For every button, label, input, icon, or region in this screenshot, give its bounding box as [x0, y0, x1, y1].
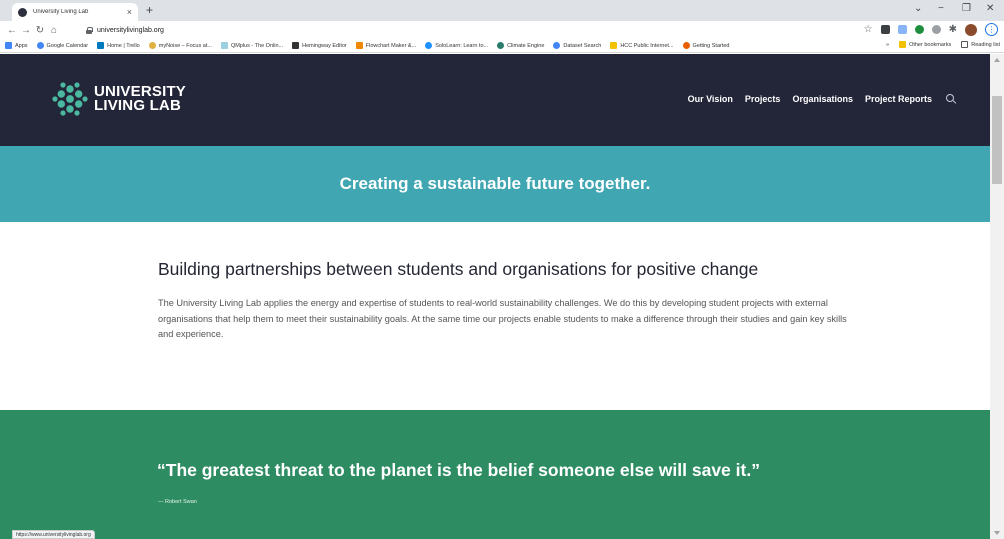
bookmark-label: Flowchart Maker &...	[365, 42, 417, 49]
quote-banner: “The greatest threat to the planet is th…	[0, 410, 990, 539]
bookmark-item[interactable]: HCC Public Internet...	[610, 42, 674, 49]
reading-list-icon	[961, 41, 969, 48]
tab-search-chevron-icon[interactable]: ⌄	[914, 3, 922, 15]
bookmark-item[interactable]: Climate Engine	[497, 42, 544, 49]
browser-tabstrip: University Living Lab × + ⌄ − ❐ ✕	[0, 0, 1004, 21]
back-icon[interactable]: ←	[6, 25, 18, 36]
folder-icon	[899, 41, 907, 48]
bookmark-item[interactable]: QMplus - The Onlin...	[220, 42, 284, 49]
bookmarks-overflow-icon[interactable]: »	[886, 42, 889, 48]
bookmark-label: Google Calendar	[46, 42, 89, 49]
site-logo[interactable]: UNIVERSITY LIVING LAB	[52, 81, 186, 117]
bookmark-item[interactable]: myNoise – Focus at...	[148, 42, 212, 49]
bookmark-item[interactable]: Dataset Search	[553, 42, 601, 49]
profile-avatar[interactable]	[965, 23, 977, 36]
scroll-up-arrow-icon[interactable]	[994, 58, 1000, 62]
url-text[interactable]: universitylivinglab.org	[97, 27, 164, 34]
bookmark-item[interactable]: Apps	[5, 42, 28, 49]
address-bar[interactable]: universitylivinglab.org	[86, 23, 164, 37]
tab-close-icon[interactable]: ×	[127, 7, 132, 17]
bookmark-label: Climate Engine	[507, 42, 545, 49]
climate-engine-icon	[497, 42, 505, 49]
main-nav: Our Vision Projects Organisations Projec…	[688, 94, 956, 104]
bookmark-item[interactable]: Home | Trello	[97, 42, 140, 49]
bookmark-item[interactable]: Flowchart Maker &...	[355, 42, 417, 49]
bookmark-label: QMplus - The Onlin...	[230, 42, 284, 49]
forward-icon[interactable]: →	[20, 25, 32, 36]
bookmarks-bar: Apps Google Calendar Home | Trello myNoi…	[0, 39, 1004, 53]
extension-green-icon[interactable]	[914, 25, 924, 34]
living-lab-logo-icon	[52, 82, 88, 116]
firefox-icon	[682, 42, 690, 49]
bookmark-label: Getting Started	[692, 42, 730, 49]
new-tab-button[interactable]: +	[146, 3, 153, 17]
quote-text: “The greatest threat to the planet is th…	[157, 460, 760, 480]
sololearn-icon	[425, 42, 433, 49]
nav-projects[interactable]: Projects	[745, 94, 781, 104]
bookmarks-right: » Other bookmarks Reading list	[880, 41, 1000, 48]
quote-author: — Robert Swan	[158, 499, 197, 505]
other-bookmarks-label: Other bookmarks	[909, 41, 952, 48]
browser-menu-icon[interactable]: ⋮	[985, 23, 998, 36]
reading-list-label: Reading list	[971, 41, 1000, 48]
google-icon	[553, 42, 561, 49]
bookmark-item[interactable]: Google Calendar	[36, 42, 89, 49]
bookmark-star-icon[interactable]: ☆	[864, 24, 873, 35]
extension-gray-icon[interactable]	[931, 25, 941, 34]
extension-docs-icon[interactable]	[897, 25, 907, 34]
bookmark-label: HCC Public Internet...	[620, 42, 674, 49]
scrollbar-thumb[interactable]	[992, 96, 1002, 184]
browser-toolbar: ← → ↻ ⌂ universitylivinglab.org ☆ ✱ ⋮	[0, 21, 1004, 39]
hemingway-icon	[292, 42, 300, 49]
bookmark-label: Hemingway Editor	[302, 42, 347, 49]
intro-section: Building partnerships between students a…	[158, 257, 848, 343]
extension-icon[interactable]	[880, 25, 890, 34]
home-icon[interactable]: ⌂	[48, 25, 60, 36]
nav-organisations[interactable]: Organisations	[792, 94, 853, 104]
mynoise-icon	[148, 42, 156, 49]
reload-icon[interactable]: ↻	[34, 25, 46, 36]
bookmark-label: SoloLearn: Learn to...	[435, 42, 489, 49]
trello-icon	[97, 42, 105, 49]
maximize-button[interactable]: ❐	[962, 3, 971, 15]
extensions-puzzle-icon[interactable]: ✱	[949, 24, 957, 35]
bookmark-item[interactable]: Hemingway Editor	[292, 42, 347, 49]
reading-list[interactable]: Reading list	[961, 41, 1000, 48]
drawio-icon	[355, 42, 363, 49]
bookmark-label: Dataset Search	[563, 42, 602, 49]
nav-project-reports[interactable]: Project Reports	[865, 94, 932, 104]
tagline-banner: Creating a sustainable future together.	[0, 146, 990, 222]
scroll-down-arrow-icon[interactable]	[994, 531, 1000, 535]
bookmark-item[interactable]: SoloLearn: Learn to...	[425, 42, 488, 49]
bookmark-label: myNoise – Focus at...	[158, 42, 212, 49]
nav-our-vision[interactable]: Our Vision	[688, 94, 733, 104]
intro-heading: Building partnerships between students a…	[158, 259, 759, 279]
bookmark-item[interactable]: Getting Started	[682, 42, 730, 49]
tagline-text: Creating a sustainable future together.	[339, 174, 651, 193]
browser-tab[interactable]: University Living Lab ×	[12, 3, 138, 21]
status-url-bubble: https://www.universitylivinglab.org	[12, 530, 95, 539]
site-favicon-icon	[18, 7, 27, 17]
page-scrollbar[interactable]	[990, 54, 1004, 539]
bookmark-label: Home | Trello	[107, 42, 140, 49]
bookmark-label: Apps	[15, 42, 28, 49]
other-bookmarks[interactable]: Other bookmarks	[899, 41, 951, 48]
close-window-button[interactable]: ✕	[986, 3, 994, 15]
intro-body: The University Living Lab applies the en…	[158, 298, 847, 339]
lock-icon[interactable]	[86, 26, 93, 34]
hcc-icon	[610, 42, 618, 49]
logo-line-2: LIVING LAB	[94, 97, 181, 114]
toolbar-actions: ☆ ✱ ⋮	[864, 23, 998, 36]
logo-wordmark: UNIVERSITY LIVING LAB	[94, 84, 186, 114]
google-icon	[36, 42, 44, 49]
apps-grid-icon	[5, 42, 12, 49]
tab-title: University Living Lab	[33, 9, 89, 15]
minimize-button[interactable]: −	[938, 3, 944, 15]
qmplus-icon	[220, 42, 228, 49]
site-header: UNIVERSITY LIVING LAB Our Vision Project…	[0, 54, 990, 146]
search-icon[interactable]	[946, 94, 956, 104]
